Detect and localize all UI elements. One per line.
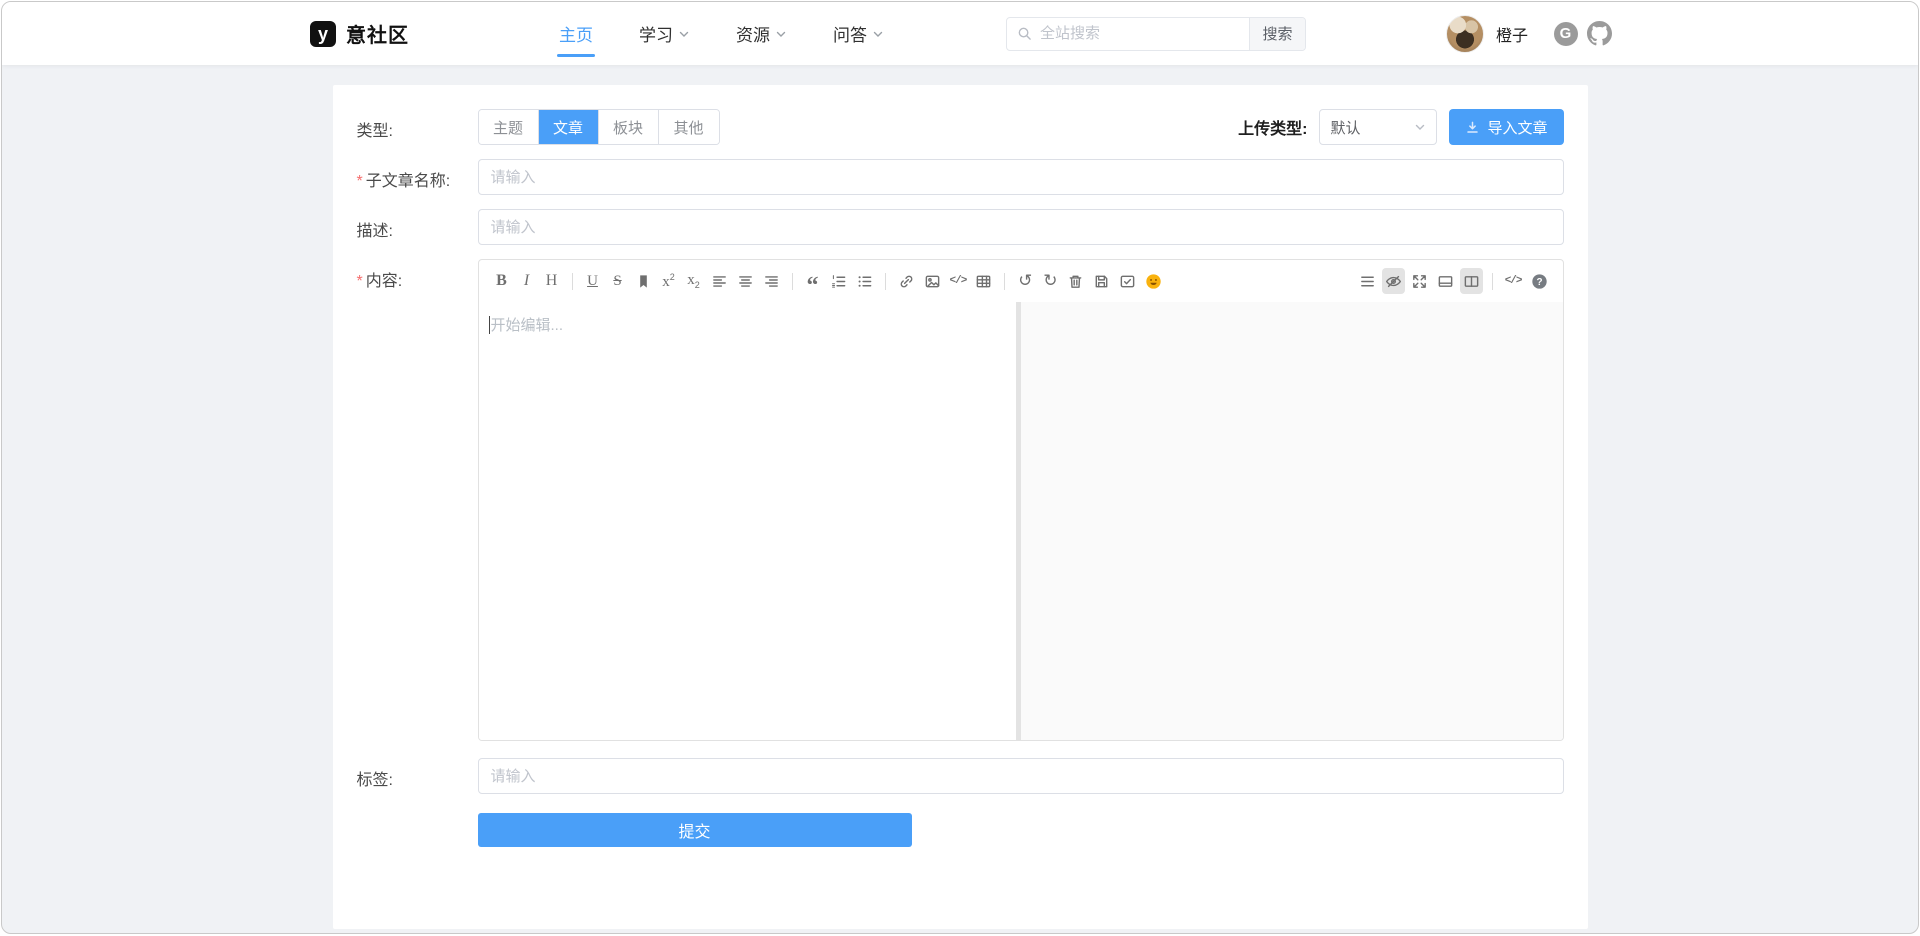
search-box [1007, 18, 1249, 50]
content-label: *内容: [357, 259, 478, 741]
code-theme-icon[interactable]: </> [1502, 268, 1525, 294]
tags-label: 标签: [357, 758, 478, 794]
description-label: 描述: [357, 209, 478, 245]
toolbar-separator [885, 273, 886, 290]
subscript-icon[interactable]: x2 [683, 268, 705, 294]
nav-item-study[interactable]: 学习 [639, 2, 690, 65]
trash-icon[interactable] [1064, 268, 1087, 294]
description-row: 描述: [357, 209, 1564, 245]
submit-button[interactable]: 提交 [478, 813, 912, 847]
nav-item-home[interactable]: 主页 [559, 2, 593, 65]
editor-input-pane[interactable]: 开始编辑... [479, 302, 1016, 740]
outline-icon[interactable] [1356, 268, 1379, 294]
redo-icon[interactable]: ↻ [1039, 268, 1061, 294]
chevron-down-icon [872, 28, 884, 40]
user-avatar[interactable] [1446, 15, 1484, 53]
chevron-down-icon [678, 28, 690, 40]
nav-item-resource[interactable]: 资源 [736, 2, 787, 65]
toolbar-separator [572, 273, 573, 290]
required-mark: * [357, 273, 363, 290]
edit-mode-icon[interactable] [1434, 268, 1457, 294]
user-name[interactable]: 橙子 [1496, 22, 1528, 46]
brand-title: 意社区 [346, 19, 409, 48]
description-input[interactable] [478, 209, 1564, 245]
site-search: 搜索 [1006, 17, 1306, 51]
required-mark: * [357, 173, 363, 190]
fullscreen-icon[interactable] [1408, 268, 1431, 294]
gitee-icon[interactable]: G [1553, 21, 1578, 46]
editor-placeholder: 开始编辑... [489, 314, 1006, 335]
preview-toggle-icon[interactable] [1382, 268, 1405, 294]
github-icon[interactable] [1587, 21, 1612, 46]
toolbar-separator [1004, 273, 1005, 290]
link-icon[interactable] [895, 268, 918, 294]
toolbar-separator [792, 273, 793, 290]
superscript-icon[interactable]: x2 [658, 268, 680, 294]
nav-item-qa[interactable]: 问答 [833, 2, 884, 65]
sub-article-name-input[interactable] [478, 159, 1564, 195]
upload-type-label: 上传类型: [1238, 115, 1307, 139]
type-option-board[interactable]: 板块 [599, 110, 659, 144]
editor-preview-pane [1021, 302, 1563, 740]
align-left-icon[interactable] [708, 268, 731, 294]
type-option-other[interactable]: 其他 [659, 110, 719, 144]
upload-type-select[interactable]: 默认 [1319, 109, 1437, 145]
type-option-article[interactable]: 文章 [539, 110, 599, 144]
top-navbar: y 意社区 主页学习资源问答 搜索 橙子 G [2, 2, 1918, 65]
chevron-down-icon [1414, 121, 1426, 133]
split-view-icon[interactable] [1460, 268, 1483, 294]
image-icon[interactable] [921, 268, 944, 294]
quote-icon[interactable]: “ [802, 268, 824, 294]
type-button-group: 主题文章板块其他 [478, 109, 720, 145]
logo-icon: y [310, 21, 336, 47]
editor-toolbar: BIHUSx2x2 “ </> ↺↻ </>? [479, 260, 1563, 302]
tags-row: 标签: [357, 758, 1564, 794]
table-icon[interactable] [972, 268, 995, 294]
help-icon[interactable]: ? [1528, 268, 1551, 294]
type-row: 类型: 主题文章板块其他 上传类型: 默认 [357, 109, 1564, 145]
headline-icon[interactable]: H [541, 268, 563, 294]
sub-article-name-row: *子文章名称: [357, 159, 1564, 195]
submit-row: 提交 [357, 808, 1564, 847]
underline-icon[interactable]: U [582, 268, 604, 294]
user-cluster: 橙子 G [1446, 15, 1612, 53]
unordered-list-icon[interactable] [853, 268, 876, 294]
tags-input[interactable] [478, 758, 1564, 794]
align-right-icon[interactable] [760, 268, 783, 294]
chevron-down-icon [775, 28, 787, 40]
content-row: *内容: BIHUSx2x2 “ </> ↺↻ </>? 开始编辑... [357, 259, 1564, 741]
undo-icon[interactable]: ↺ [1014, 268, 1036, 294]
sub-article-name-label: *子文章名称: [357, 159, 478, 195]
page-body: 类型: 主题文章板块其他 上传类型: 默认 [2, 65, 1918, 934]
type-option-topic[interactable]: 主题 [479, 110, 539, 144]
text-caret [489, 316, 490, 334]
ordered-list-icon[interactable] [827, 268, 850, 294]
main-nav: 主页学习资源问答 [559, 2, 884, 65]
type-label: 类型: [357, 109, 478, 145]
upload-type-value: 默认 [1330, 117, 1414, 138]
emoji-icon[interactable] [1142, 268, 1165, 294]
code-icon[interactable]: </> [947, 268, 970, 294]
svg-text:?: ? [1536, 277, 1542, 288]
upload-type-group: 上传类型: 默认 导入文章 [1238, 109, 1563, 145]
toolbar-separator [1492, 273, 1493, 290]
editor-body: 开始编辑... [479, 302, 1563, 740]
check-icon[interactable] [1116, 268, 1139, 294]
italic-icon[interactable]: I [516, 268, 538, 294]
import-article-button[interactable]: 导入文章 [1449, 109, 1563, 145]
search-button[interactable]: 搜索 [1249, 18, 1305, 50]
search-icon [1017, 26, 1032, 41]
brand[interactable]: y 意社区 [310, 19, 409, 48]
search-input[interactable] [1040, 25, 1239, 42]
browser-window: y 意社区 主页学习资源问答 搜索 橙子 G [1, 1, 1919, 934]
bold-icon[interactable]: B [491, 268, 513, 294]
bookmark-icon[interactable] [632, 268, 655, 294]
post-form-card: 类型: 主题文章板块其他 上传类型: 默认 [333, 85, 1588, 929]
align-center-icon[interactable] [734, 268, 757, 294]
download-icon [1465, 120, 1480, 135]
strike-icon[interactable]: S [607, 268, 629, 294]
markdown-editor: BIHUSx2x2 “ </> ↺↻ </>? 开始编辑... [478, 259, 1564, 741]
save-icon[interactable] [1090, 268, 1113, 294]
